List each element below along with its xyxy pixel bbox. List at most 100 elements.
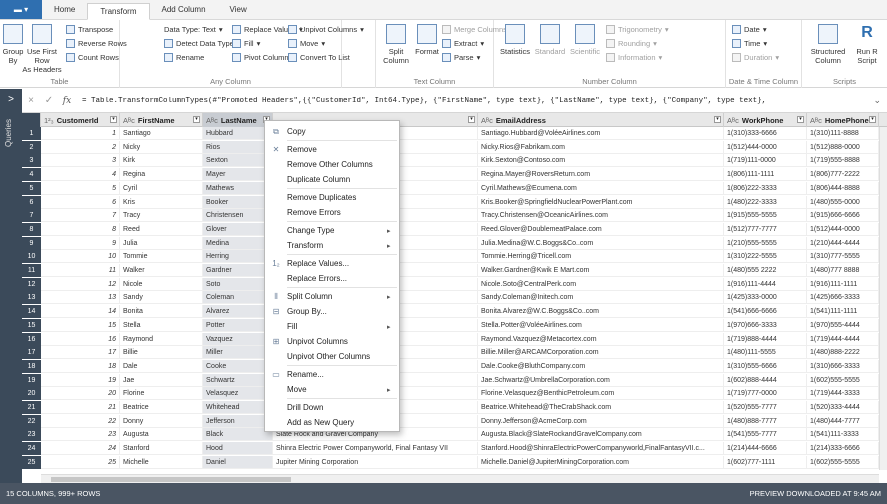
column-filter-icon[interactable]: ▾ [193, 116, 200, 123]
table-row[interactable]: 4 4 Regina Mayer Regina.Mayer@RoversReturn.c… [22, 168, 887, 182]
table-cell[interactable]: 15 [41, 318, 120, 332]
menu-item[interactable]: Remove Duplicates [265, 190, 401, 205]
row-number[interactable]: 2 [22, 140, 41, 154]
table-cell[interactable]: 5 [41, 181, 120, 195]
table-row[interactable]: 11 11 Walker Gardner Walker.Gardner@Kwik E M… [22, 264, 887, 277]
table-cell[interactable]: Stanford.Hood@ShinraElectricPowerCompany… [478, 442, 724, 456]
table-cell[interactable]: 1(480)777 8888 [807, 264, 879, 277]
table-row[interactable]: 14 14 Bonita Alvarez Bonita.Alvarez@W.C.Bogg… [22, 305, 887, 319]
table-cell[interactable]: Beatrice.Whitehead@TheCrabShack.com [478, 401, 724, 414]
cancel-formula-icon[interactable]: × [22, 95, 40, 106]
table-cell[interactable]: 1(425)333-0000 [724, 291, 807, 305]
table-row[interactable]: 12 12 Nicole Soto Nicole.Soto@CentralPerk.co… [22, 277, 887, 291]
table-cell[interactable]: Mathews [203, 181, 273, 195]
table-cell[interactable]: 20 [41, 387, 120, 401]
formula-text[interactable]: = Table.TransformColumnTypes(#"Promoted … [82, 97, 872, 105]
table-cell[interactable]: 1(719)777-0000 [724, 387, 807, 401]
table-cell[interactable]: Jae.Schwartz@UmbrellaCorporation.com [478, 373, 724, 387]
table-cell[interactable]: Mayer [203, 168, 273, 182]
table-cell[interactable]: 2 [41, 140, 120, 154]
table-cell[interactable]: Rios [203, 140, 273, 154]
row-number[interactable]: 24 [22, 442, 41, 456]
convert-to-list-button[interactable]: Convert To List [288, 53, 350, 62]
table-cell[interactable]: 1(719)555-8888 [807, 154, 879, 168]
fill-button[interactable]: Fill ▾ [232, 39, 260, 48]
table-cell[interactable]: Booker [203, 195, 273, 209]
table-cell[interactable]: 6 [41, 195, 120, 209]
table-row[interactable]: 24 24 Stanford Hood Shinra Electric Power Co… [22, 442, 887, 456]
table-cell[interactable]: Billie.Miller@ARCAMCorporation.com [478, 346, 724, 360]
table-cell[interactable]: 9 [41, 236, 120, 250]
format-button[interactable]: Format [412, 24, 442, 56]
table-cell[interactable]: 21 [41, 401, 120, 414]
column-filter-icon[interactable]: ▾ [869, 116, 876, 123]
table-row[interactable]: 19 19 Jae Schwartz Jae.Schwartz@UmbrellaCorp… [22, 373, 887, 387]
column-header[interactable]: Aᴮc LastName ▾ [203, 113, 273, 127]
row-number[interactable]: 25 [22, 455, 41, 469]
table-cell[interactable]: 1(310)222-5555 [724, 250, 807, 264]
table-cell[interactable]: Regina.Mayer@RoversReturn.com [478, 168, 724, 182]
table-cell[interactable]: Dale [120, 359, 203, 373]
table-cell[interactable]: Schwartz [203, 373, 273, 387]
table-cell[interactable]: Cyril [120, 181, 203, 195]
menu-item[interactable]: Drill Down [265, 400, 401, 415]
table-cell[interactable]: Velasquez [203, 387, 273, 401]
table-cell[interactable]: Billie [120, 346, 203, 360]
table-cell[interactable]: Coleman [203, 291, 273, 305]
table-cell[interactable]: 13 [41, 291, 120, 305]
tab-add-column[interactable]: Add Column [150, 2, 218, 19]
tab-transform[interactable]: Transform [87, 3, 150, 20]
table-cell[interactable]: Regina [120, 168, 203, 182]
row-number[interactable]: 19 [22, 373, 41, 387]
menu-item[interactable]: Transform ▸ [265, 238, 401, 253]
row-number[interactable]: 1 [22, 127, 41, 140]
table-cell[interactable]: 7 [41, 209, 120, 223]
column-type-icon[interactable]: 1²₃ [44, 116, 54, 125]
table-cell[interactable]: 23 [41, 428, 120, 442]
table-cell[interactable]: 1(719)888-4444 [724, 332, 807, 346]
row-number[interactable]: 3 [22, 154, 41, 168]
column-header[interactable]: Aᴮc HomePhone ▾ [807, 113, 879, 127]
table-cell[interactable]: 25 [41, 455, 120, 469]
table-cell[interactable]: Michelle [120, 455, 203, 469]
table-cell[interactable]: Kirk.Sexton@Contoso.com [478, 154, 724, 168]
table-cell[interactable]: Santiago [120, 127, 203, 140]
table-cell[interactable]: 1(310)333-6666 [724, 127, 807, 140]
table-cell[interactable]: Kris.Booker@SpringfieldNuclearPowerPlant… [478, 195, 724, 209]
table-cell[interactable]: 1(480)111-5555 [724, 346, 807, 360]
table-row[interactable]: 66KrisBookertKris.Booker@SpringfieldNucl… [22, 195, 887, 209]
menu-item[interactable]: ⊞ Unpivot Columns [265, 334, 401, 349]
table-cell[interactable]: Stella [120, 318, 203, 332]
table-cell[interactable]: Hood [203, 442, 273, 456]
table-cell[interactable]: 3 [41, 154, 120, 168]
table-cell[interactable]: Tracy.Christensen@OceanicAirlines.com [478, 209, 724, 223]
run-r-script-button[interactable]: R Run R Script [852, 24, 882, 65]
structured-column-button[interactable]: Structured Column [808, 24, 848, 65]
table-row[interactable]: 16 16 Raymond Vazquez Raymond.Vazquez@Metaco… [22, 332, 887, 346]
menu-item[interactable]: ▭ Rename... [265, 367, 401, 382]
parse-button[interactable]: Parse ▾ [442, 53, 480, 62]
row-number[interactable]: 13 [22, 291, 41, 305]
table-cell[interactable]: Stella.Potter@VoléeAirlines.com [478, 318, 724, 332]
table-cell[interactable]: 1(520)333-4444 [807, 401, 879, 414]
table-cell[interactable]: Dale.Cooke@BluthCompany.com [478, 359, 724, 373]
vertical-scrollbar[interactable] [879, 127, 887, 470]
row-number[interactable]: 11 [22, 264, 41, 277]
table-cell[interactable]: 1(210)555-5555 [724, 236, 807, 250]
table-cell[interactable]: 1(915)666-6666 [807, 209, 879, 223]
row-number[interactable]: 12 [22, 277, 41, 291]
data-type-dropdown[interactable]: Data Type: Text ▾ [164, 25, 223, 34]
standard-button[interactable]: Standard [534, 24, 566, 56]
table-cell[interactable]: 1(310)111-8888 [807, 127, 879, 140]
menu-item[interactable]: Duplicate Column [265, 172, 401, 187]
table-cell[interactable]: Nicky.Rios@Fabrikam.com [478, 140, 724, 154]
row-number[interactable]: 15 [22, 318, 41, 332]
scientific-button[interactable]: Scientific [568, 24, 602, 56]
table-row[interactable]: 17 17 Billie Miller Billie.Miller@ARCAMCorpo… [22, 346, 887, 360]
row-number[interactable]: 8 [22, 222, 41, 236]
table-cell[interactable]: 1(806)777-2222 [807, 168, 879, 182]
tab-home[interactable]: Home [42, 2, 87, 19]
table-row[interactable]: 15 15 Stella Potter Stella.Potter@VoléeAirli… [22, 318, 887, 332]
row-number[interactable]: 14 [22, 305, 41, 319]
rounding-button[interactable]: Rounding ▾ [606, 39, 657, 48]
